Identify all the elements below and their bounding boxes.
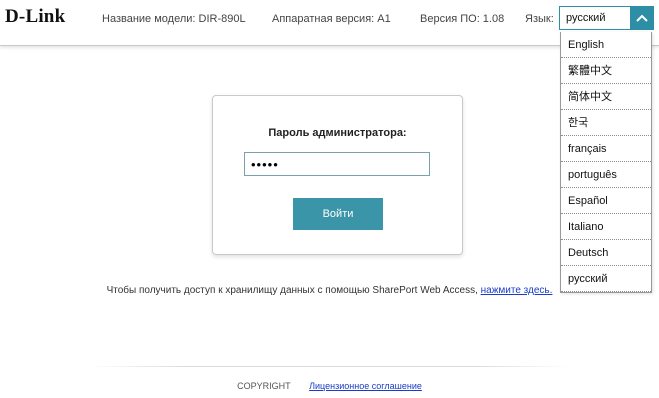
firmware-version: Версия ПО: 1.08 (420, 13, 505, 25)
shareport-link[interactable]: нажмите здесь. (481, 285, 553, 296)
language-select[interactable]: русский (559, 6, 654, 30)
language-option-traditional-chinese[interactable]: 繁體中文 (561, 58, 651, 84)
login-panel: Пароль администратора: Войти (212, 95, 463, 255)
language-option-italian[interactable]: Italiano (561, 214, 651, 240)
copyright-text: COPYRIGHT (237, 381, 291, 391)
model-name: Название модели: DIR-890L (102, 13, 246, 25)
language-option-simplified-chinese[interactable]: 简体中文 (561, 84, 651, 110)
language-selected-value: русский (566, 12, 606, 24)
language-option-spanish[interactable]: Español (561, 188, 651, 214)
dlink-logo: D-Link (5, 6, 66, 27)
language-option-english[interactable]: English (561, 32, 651, 58)
language-dropdown-menu: English 繁體中文 简体中文 한국 français português … (560, 32, 652, 293)
language-label: Язык: (525, 13, 554, 25)
page-footer: COPYRIGHT Лицензионное соглашение (0, 381, 659, 391)
hardware-version: Аппаратная версия: A1 (272, 13, 391, 25)
chevron-up-icon[interactable] (630, 7, 653, 29)
shareport-text: Чтобы получить доступ к хранилищу данных… (106, 285, 481, 296)
language-option-portuguese[interactable]: português (561, 162, 651, 188)
language-option-german[interactable]: Deutsch (561, 240, 651, 266)
language-option-korean[interactable]: 한국 (561, 110, 651, 136)
language-option-russian[interactable]: русский (561, 266, 651, 292)
license-agreement-link[interactable]: Лицензионное соглашение (309, 381, 422, 391)
admin-password-label: Пароль администратора: (268, 127, 407, 139)
footer-divider (90, 366, 570, 367)
language-option-french[interactable]: français (561, 136, 651, 162)
login-button[interactable]: Войти (293, 198, 383, 230)
admin-password-field[interactable] (244, 152, 430, 176)
